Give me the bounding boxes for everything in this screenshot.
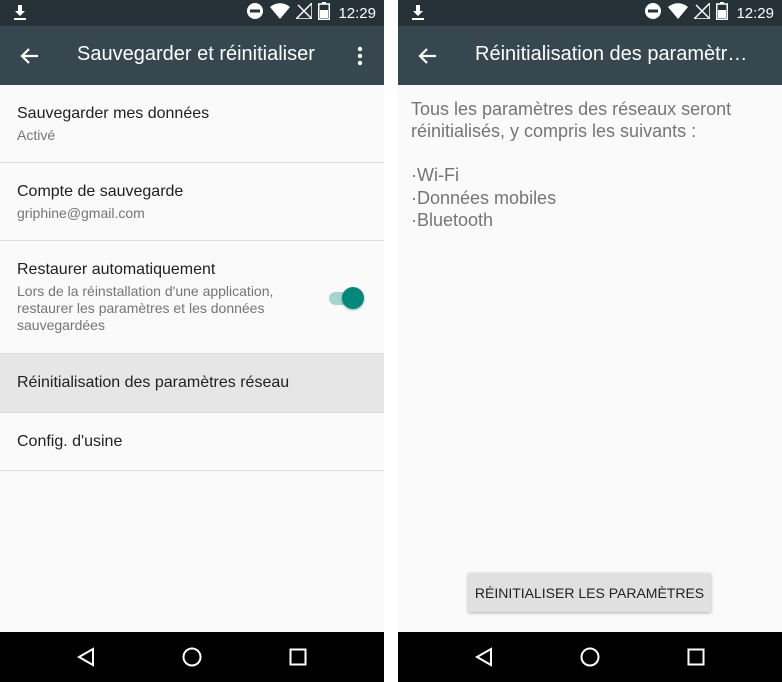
reset-items-list: ·Wi-Fi ·Données mobiles ·Bluetooth (411, 164, 769, 232)
nav-home-icon (580, 647, 600, 667)
no-signal-icon (692, 0, 712, 24)
list-item-auto-restore[interactable]: Restaurer automatiquement Lors de la réi… (0, 241, 384, 354)
list-item: ·Wi-Fi (411, 165, 459, 185)
settings-list: Sauvegarder mes données Activé Compte de… (0, 85, 384, 471)
list-item-title: Réinitialisation des paramètres réseau (17, 374, 290, 391)
navigation-bar (398, 632, 782, 682)
nav-home-icon (182, 647, 202, 667)
download-icon (410, 4, 426, 22)
status-time: 12:29 (736, 4, 774, 22)
left-screen: 12:29 Sauvegarder et réinitialiser Sauve… (0, 0, 384, 682)
list-item: ·Bluetooth (411, 210, 494, 230)
reset-info: Tous les paramètres des réseaux seront r… (398, 85, 782, 232)
nav-recents-button[interactable] (283, 642, 313, 672)
list-item-backup-account[interactable]: Compte de sauvegarde griphine@gmail.com (0, 163, 384, 241)
list-item-title: Sauvegarder mes données (17, 105, 210, 122)
page-title: Réinitialisation des paramètres réseau (475, 43, 755, 65)
nav-back-icon (474, 647, 492, 667)
back-arrow-icon (20, 48, 38, 64)
list-item-network-reset[interactable]: Réinitialisation des paramètres réseau (0, 354, 384, 413)
nav-home-button[interactable] (575, 642, 605, 672)
wifi-icon (270, 2, 291, 24)
page-title: Sauvegarder et réinitialiser (77, 43, 315, 65)
list-item-title: Restaurer automatiquement (17, 261, 216, 278)
status-bar: 12:29 (0, 0, 384, 26)
nav-recents-icon (289, 648, 307, 666)
no-signal-icon (294, 0, 314, 24)
download-icon (12, 4, 28, 22)
back-arrow-icon (418, 48, 436, 64)
toolbar: Réinitialisation des paramètres réseau (398, 26, 782, 85)
status-time: 12:29 (338, 4, 376, 22)
back-button[interactable] (14, 40, 46, 72)
nav-back-button[interactable] (469, 642, 499, 672)
list-item-factory-reset[interactable]: Config. d'usine (0, 413, 384, 471)
list-item-subtitle: griphine@gmail.com (17, 205, 145, 221)
auto-restore-toggle[interactable] (329, 287, 364, 309)
nav-recents-button[interactable] (681, 642, 711, 672)
right-screen: 12:29 Réinitialisation des paramètres ré… (398, 0, 782, 682)
toolbar: Sauvegarder et réinitialiser (0, 26, 384, 85)
nav-back-button[interactable] (71, 642, 101, 672)
reset-settings-button[interactable]: RÉINITIALISER LES PARAMÈTRES (468, 573, 711, 612)
status-bar: 12:29 (398, 0, 782, 26)
battery-icon (318, 1, 331, 25)
wifi-icon (668, 2, 689, 24)
nav-recents-icon (687, 648, 705, 666)
nav-back-icon (76, 647, 94, 667)
toggle-thumb (342, 287, 364, 309)
battery-icon (716, 1, 729, 25)
list-item-title: Config. d'usine (17, 433, 123, 450)
nav-home-button[interactable] (177, 642, 207, 672)
list-item-subtitle: Lors de la réinstallation d'une applicat… (17, 283, 274, 333)
more-options-button[interactable] (348, 40, 372, 72)
navigation-bar (0, 632, 384, 682)
reset-description: Tous les paramètres des réseaux seront r… (411, 99, 732, 141)
list-item-subtitle: Activé (17, 127, 56, 143)
back-button[interactable] (412, 40, 444, 72)
do-not-disturb-icon (246, 2, 264, 25)
list-item: ·Données mobiles (411, 187, 557, 208)
list-item-title: Compte de sauvegarde (17, 183, 184, 200)
list-item-backup-data[interactable]: Sauvegarder mes données Activé (0, 85, 384, 163)
do-not-disturb-icon (644, 2, 662, 25)
more-vert-icon (357, 46, 363, 66)
